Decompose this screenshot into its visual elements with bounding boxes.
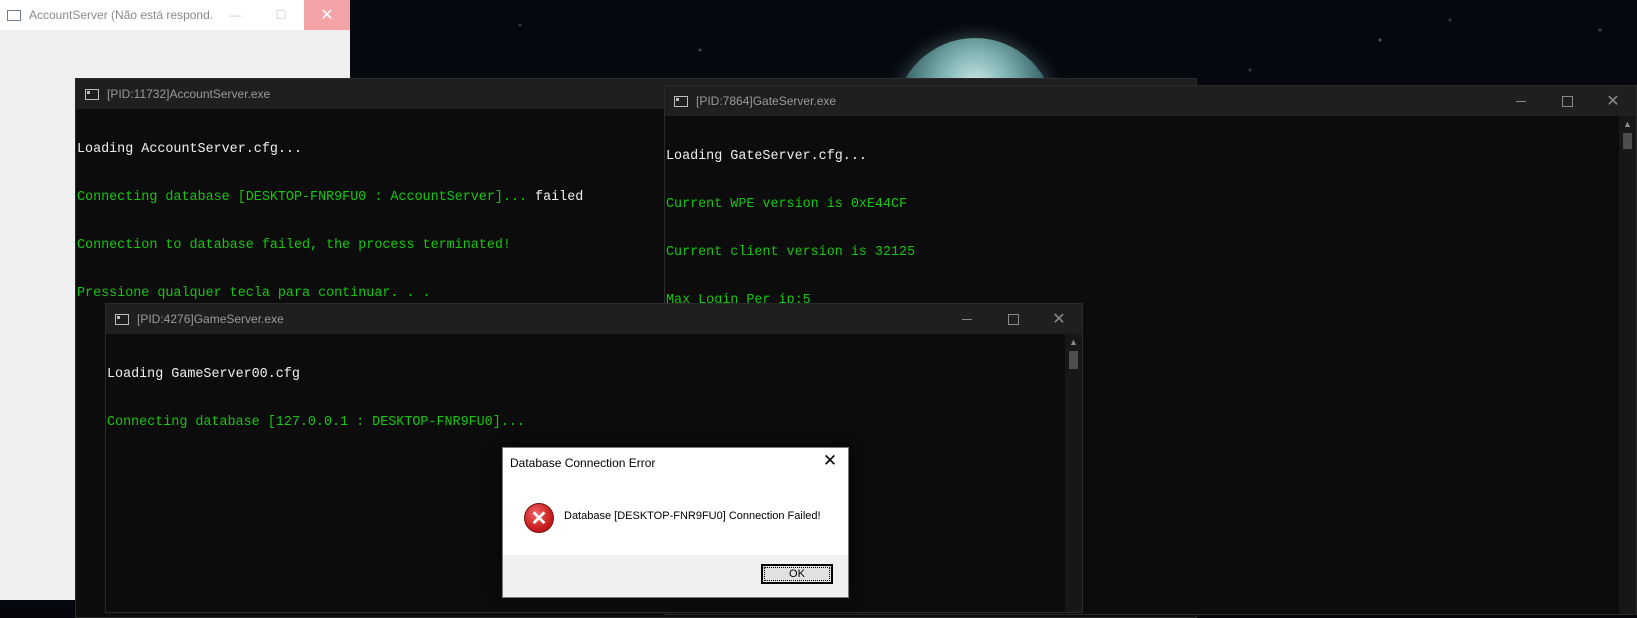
game-console-title: [PID:4276]GameServer.exe	[137, 312, 284, 326]
maximize-button[interactable]: ☐	[258, 0, 304, 30]
ghost-window-title: AccountServer (Não está respond...	[29, 8, 212, 22]
maximize-button[interactable]	[990, 304, 1036, 334]
close-button[interactable]: ✕	[1036, 304, 1082, 334]
close-button[interactable]: ✕	[304, 0, 350, 30]
console-line: Current client version is 32125	[666, 245, 916, 260]
game-console-title-bar[interactable]: [PID:4276]GameServer.exe ✕	[106, 304, 1082, 334]
console-app-icon	[85, 88, 99, 100]
game-console-scrollbar[interactable]: ▲	[1065, 334, 1082, 612]
failed-status-text: failed	[535, 190, 584, 205]
console-app-icon	[7, 9, 21, 21]
minimize-button[interactable]: —	[212, 0, 258, 30]
console-app-icon	[674, 95, 688, 107]
database-connection-error-dialog[interactable]: Database Connection Error ✕ ✕ Database […	[502, 447, 849, 598]
console-line: Loading GameServer00.cfg	[107, 367, 300, 382]
gate-console-title-bar[interactable]: [PID:7864]GateServer.exe ✕	[665, 86, 1636, 116]
ok-button[interactable]: OK	[761, 564, 833, 584]
dialog-message: Database [DESKTOP-FNR9FU0] Connection Fa…	[564, 510, 821, 522]
gate-console-title: [PID:7864]GateServer.exe	[696, 94, 837, 108]
console-line: Connecting database [127.0.0.1 : DESKTOP…	[107, 415, 525, 430]
dialog-close-button[interactable]: ✕	[820, 451, 840, 471]
close-button[interactable]: ✕	[1590, 86, 1636, 116]
console-line: Current WPE version is 0xE44CF	[666, 197, 908, 212]
console-line: Loading GateServer.cfg...	[666, 149, 867, 164]
scrollbar-thumb[interactable]	[1069, 351, 1078, 369]
maximize-button[interactable]	[1544, 86, 1590, 116]
scroll-up-arrow-icon[interactable]: ▲	[1065, 334, 1082, 351]
gate-console-scrollbar[interactable]: ▲	[1619, 116, 1636, 614]
console-line-text: Connecting database [DESKTOP-FNR9FU0 : A…	[77, 190, 536, 205]
scrollbar-thumb[interactable]	[1623, 133, 1632, 149]
dialog-title: Database Connection Error	[510, 456, 656, 470]
console-app-icon	[115, 313, 129, 325]
dialog-footer: OK	[503, 555, 848, 597]
minimize-button[interactable]	[1498, 86, 1544, 116]
ghost-title-bar[interactable]: AccountServer (Não está respond... — ☐ ✕	[0, 0, 350, 30]
error-icon: ✕	[524, 503, 554, 533]
scroll-up-arrow-icon[interactable]: ▲	[1619, 116, 1636, 133]
minimize-button[interactable]	[944, 304, 990, 334]
